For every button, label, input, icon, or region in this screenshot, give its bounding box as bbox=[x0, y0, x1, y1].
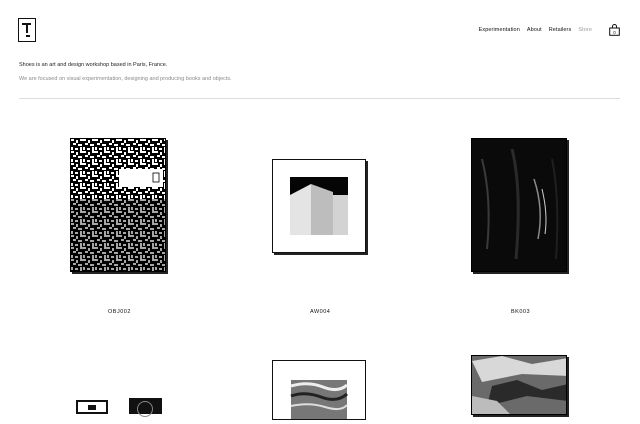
intro-line-1: Shoes is an art and design workshop base… bbox=[19, 62, 168, 68]
product-code-obj002[interactable]: OBJ002 bbox=[108, 309, 131, 315]
product-code-bk003[interactable]: BK003 bbox=[511, 309, 530, 315]
product-image-row2-2[interactable] bbox=[272, 360, 366, 420]
artwork-print-2 bbox=[290, 380, 349, 419]
product-image-obj002[interactable] bbox=[70, 138, 166, 272]
nav-retailers[interactable]: Retailers bbox=[549, 27, 572, 33]
product-image-bk003[interactable] bbox=[471, 138, 567, 272]
shopping-bag-icon[interactable]: 0 bbox=[609, 24, 620, 36]
intro-line-2: We are focused on visual experimentation… bbox=[19, 76, 232, 82]
dark-texture bbox=[481, 148, 559, 260]
artwork-print bbox=[290, 177, 348, 235]
product-image-row2-1[interactable] bbox=[76, 398, 162, 417]
header-divider bbox=[19, 98, 620, 99]
nav-store[interactable]: Store bbox=[578, 27, 592, 33]
main-nav: Experimentation About Retailers Store bbox=[479, 27, 592, 33]
logo-icon[interactable] bbox=[18, 18, 36, 42]
svg-text:0: 0 bbox=[613, 30, 616, 35]
product-image-aw004[interactable] bbox=[272, 159, 366, 253]
site-header: Experimentation About Retailers Store 0 bbox=[0, 0, 640, 100]
product-code-aw004[interactable]: AW004 bbox=[310, 309, 330, 315]
noise-pattern bbox=[71, 139, 165, 271]
nav-experimentation[interactable]: Experimentation bbox=[479, 27, 520, 33]
stone-texture bbox=[472, 356, 566, 414]
nav-about[interactable]: About bbox=[527, 27, 542, 33]
product-image-row2-3[interactable] bbox=[471, 355, 567, 415]
